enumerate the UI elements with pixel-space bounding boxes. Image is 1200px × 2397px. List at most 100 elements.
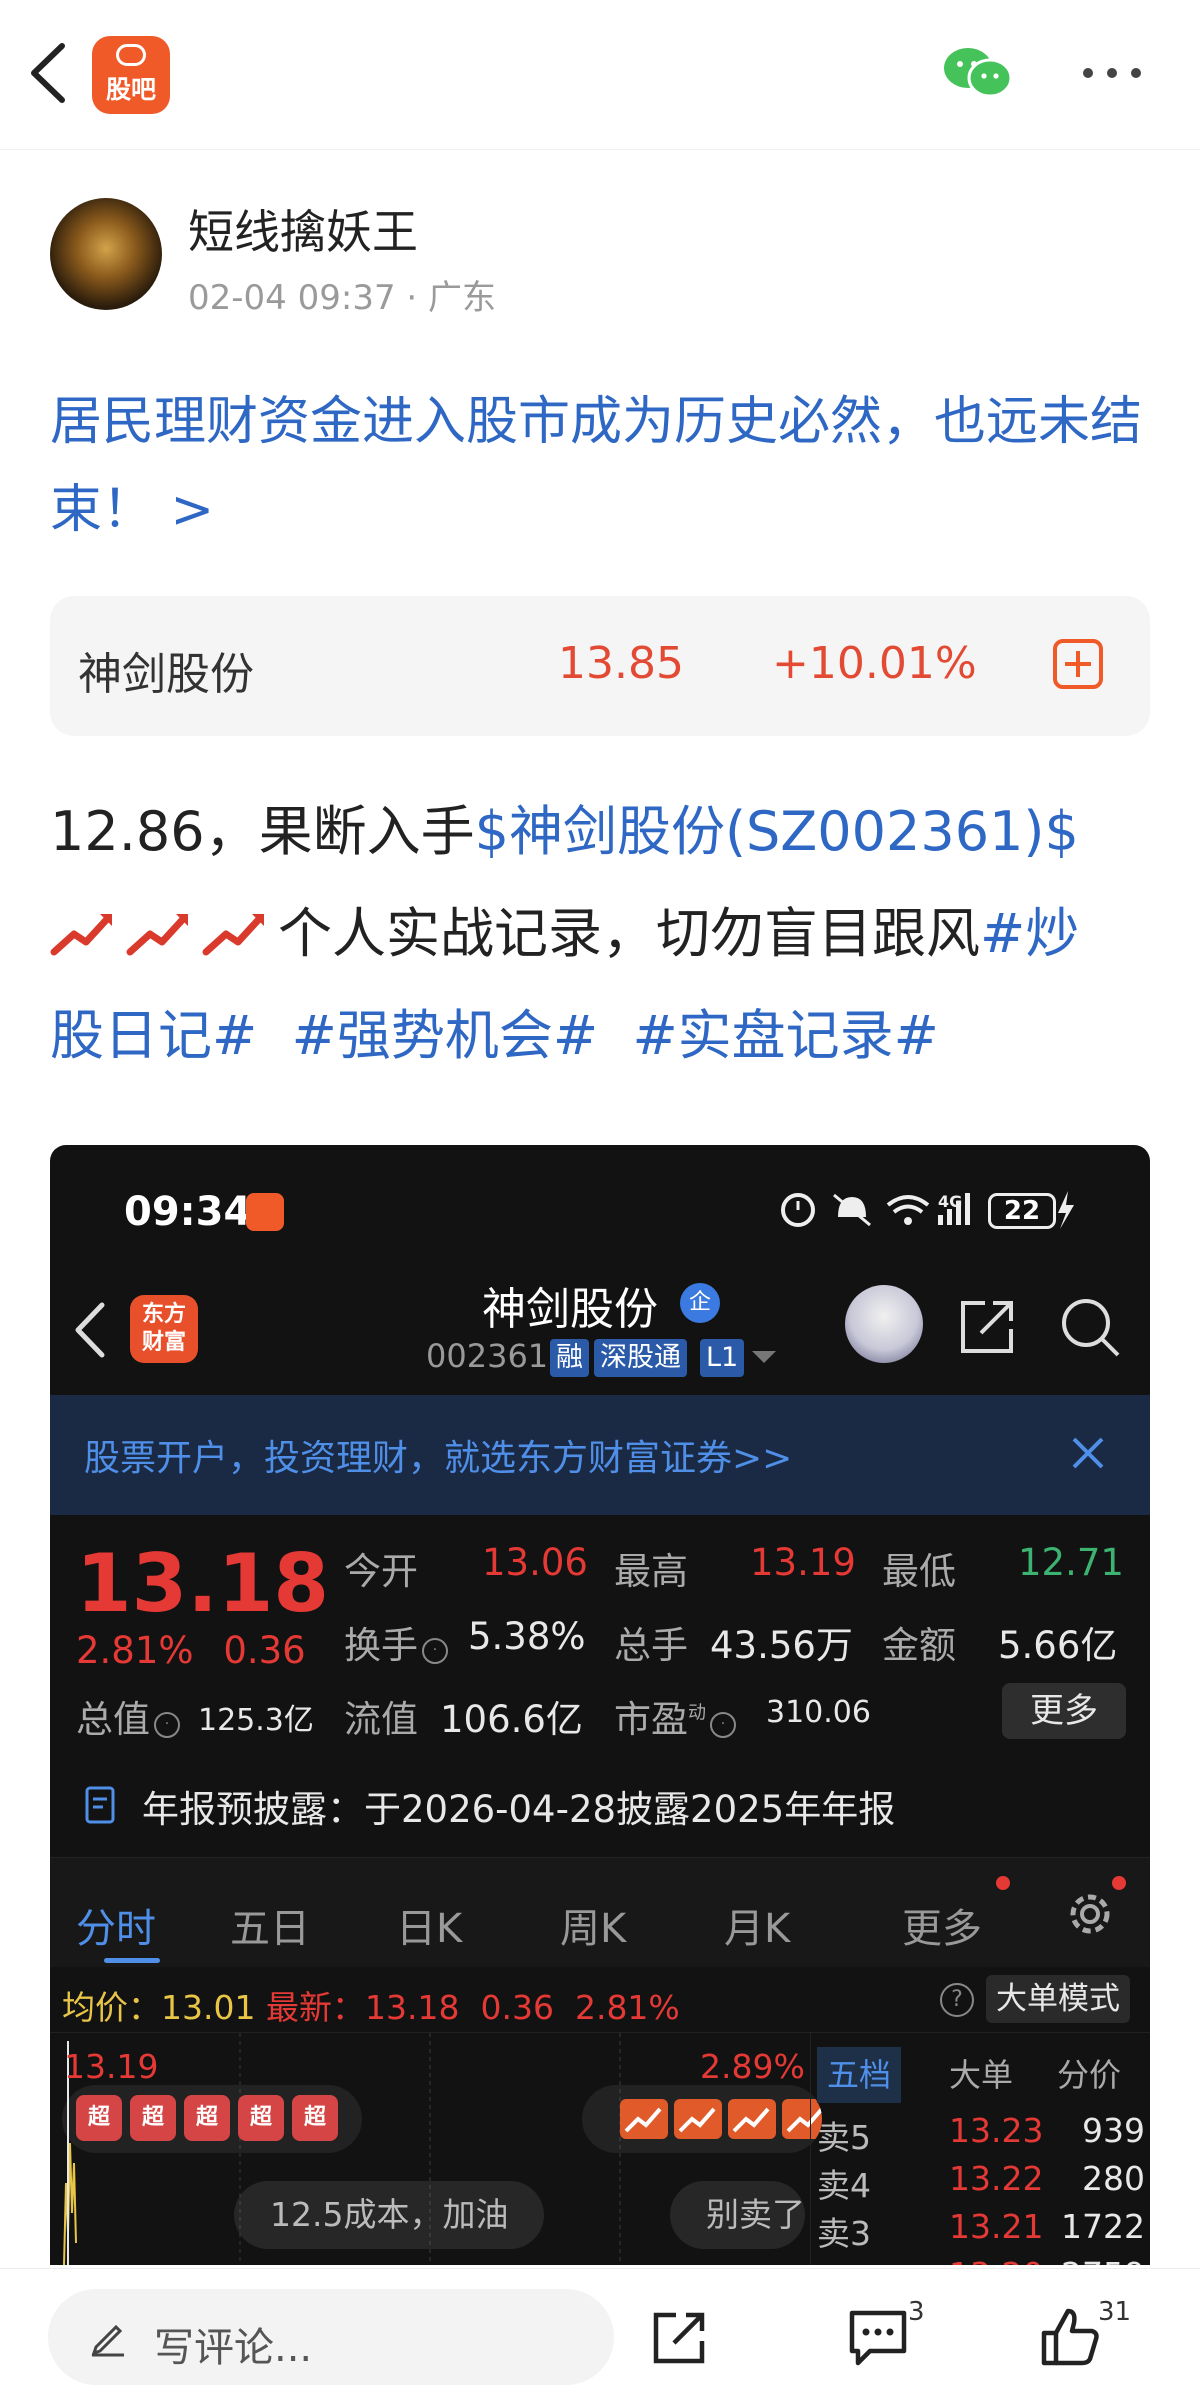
super-emoji-icon: 超 <box>292 2095 338 2141</box>
comment-placeholder: 写评论... <box>154 2325 313 2371</box>
active-tab-indicator <box>104 1958 160 1963</box>
turnover-label: 换手 · <box>344 1615 448 1669</box>
comment-count: 3 <box>908 2297 925 2327</box>
super-emoji-icon: 超 <box>130 2095 176 2141</box>
barrage-comment: 12.5成本，加油 <box>234 2181 545 2249</box>
tab-price-dist: 分价 <box>1057 2056 1122 2094</box>
trending-up-icon <box>126 914 188 956</box>
stock-change-pct: +10.01% <box>772 638 977 689</box>
assistant-robot-icon <box>845 1285 923 1363</box>
order-book-row: 卖4 13.22 280 <box>817 2159 1145 2205</box>
volume-value: 43.56万 <box>710 1624 853 1667</box>
reaction-bubble <box>582 2085 822 2153</box>
high-label: 最高 <box>614 1550 688 1593</box>
order-book-row: 卖213.202759 <box>811 2255 1150 2265</box>
low-label: 最低 <box>882 1550 956 1593</box>
add-watchlist-icon[interactable] <box>1052 638 1104 690</box>
turnover-value: 5.38% <box>468 1615 586 1658</box>
thumbs-up-icon[interactable] <box>1038 2305 1102 2369</box>
pen-icon <box>91 2324 124 2357</box>
status-bar-icons: 4G <box>781 1191 1074 1229</box>
current-price: 13.18 <box>76 1537 330 1630</box>
topic-tag-link[interactable]: #强势机会# <box>292 1004 599 1067</box>
eastmoney-logo: 东方 财富 <box>130 1295 198 1363</box>
status-time: 09:34 <box>124 1189 252 1235</box>
tab-big-orders: 大单 <box>949 2056 1014 2094</box>
tab-intraday: 分时 <box>76 1906 156 1952</box>
trending-up-icon <box>620 2099 668 2139</box>
post-body-line-2: 个人实战记录，切勿盲目跟风#炒 <box>50 884 1160 984</box>
stock-quote-card[interactable]: 神剑股份 13.85 +10.01% <box>50 596 1150 736</box>
author-name[interactable]: 短线擒妖王 <box>188 196 418 262</box>
tab-five-day: 五日 <box>230 1906 310 1952</box>
high-value: 13.19 <box>750 1541 856 1584</box>
share-icon <box>961 1301 1013 1353</box>
notification-app-icon <box>246 1193 284 1231</box>
order-book-row: 卖5 13.23 939 <box>817 2111 1145 2157</box>
amount-value: 5.66亿 <box>998 1624 1118 1667</box>
comment-input[interactable]: 写评论... <box>48 2289 614 2385</box>
trending-up-icon <box>50 914 112 956</box>
stock-link[interactable]: $神剑股份(SZ002361)$ <box>475 800 1079 863</box>
back-icon[interactable] <box>24 38 74 108</box>
super-emoji-icon: 超 <box>238 2095 284 2141</box>
topic-tag-link[interactable]: #实盘记录# <box>632 1004 939 1067</box>
price-change: 2.81% 0.36 <box>76 1629 306 1672</box>
stock-code: 002361 <box>426 1337 549 1375</box>
pe-label: 市盈动· <box>614 1689 736 1743</box>
help-icon: ? <box>940 1983 974 2017</box>
chevron-down-icon <box>752 1351 776 1363</box>
chart-tabs: 分时 五日 日K 周K 月K 更多 <box>50 1857 1150 1967</box>
barrage-comment: 别卖了 <box>670 2181 805 2249</box>
post-headline-link[interactable]: 居民理财资金进入股市成为历史必然，也远未结束！ > <box>50 378 1160 554</box>
more-stats-button: 更多 <box>1002 1683 1126 1739</box>
float-value: 106.6亿 <box>440 1698 583 1741</box>
post-text: 12.86，果断入手 <box>50 800 475 863</box>
topic-tag-link[interactable]: #炒 <box>980 902 1079 965</box>
top-nav: 股吧 <box>0 0 1200 150</box>
mktcap-label: 总值 · <box>76 1689 180 1743</box>
post-body-line-1: 12.86，果断入手$神剑股份(SZ002361)$ <box>50 782 1160 882</box>
topic-tag-link[interactable]: 股日记# <box>50 1004 257 1067</box>
super-emoji-icon: 超 <box>184 2095 230 2141</box>
promo-banner: 股票开户，投资理财，就选东方财富证券>> <box>50 1395 1150 1515</box>
close-icon <box>1072 1437 1104 1469</box>
author-avatar[interactable] <box>50 198 162 310</box>
annual-report-notice: 年报预披露：于2026-04-28披露2025年年报 <box>142 1788 896 1831</box>
enterprise-badge: 企 <box>680 1283 720 1323</box>
tab-weekly-k: 周K <box>560 1906 627 1952</box>
tab-more: 更多 <box>902 1906 982 1952</box>
stock-title: 神剑股份 <box>482 1284 658 1335</box>
battery-indicator: 22 <box>988 1193 1056 1229</box>
chart-high-pct: 2.89% <box>700 2047 805 2086</box>
order-book: 五档 大单 分价 卖5 13.23 939 卖4 13.22 280 卖3 13.21 17… <box>810 2033 1150 2265</box>
more-icon[interactable] <box>1080 58 1144 88</box>
stock-name: 神剑股份 <box>78 649 254 700</box>
search-icon <box>1062 1299 1120 1357</box>
trending-up-icon <box>728 2099 776 2139</box>
margin-tag: 融 <box>550 1339 589 1377</box>
stock-price: 13.85 <box>558 638 684 689</box>
comment-icon[interactable] <box>846 2307 910 2367</box>
tab-five-levels: 五档 <box>817 2047 902 2103</box>
mktcap-value: 125.3亿 <box>198 1703 314 1738</box>
open-value: 13.06 <box>482 1541 588 1584</box>
connect-tag: 深股通 <box>594 1339 687 1377</box>
promo-banner-text: 股票开户，投资理财，就选东方财富证券>> <box>84 1438 793 1479</box>
trending-up-icon <box>202 914 264 956</box>
post-body-line-3: 股日记# #强势机会# #实盘记录# <box>50 986 1160 1086</box>
post-image[interactable]: 09:34 4G 22 东方 财富 神剑股份 企 002361 融 深股通 L1… <box>50 1145 1150 2265</box>
share-icon[interactable] <box>650 2309 708 2367</box>
order-book-row: 卖3 13.21 1722 <box>817 2207 1145 2253</box>
intraday-chart: 13.19 2.89% 超 超 超 超 超 12.5成本，加油 别卖了 <box>50 2033 822 2265</box>
trending-up-icon <box>674 2099 722 2139</box>
pe-value: 310.06 <box>766 1695 871 1730</box>
document-icon <box>85 1786 115 1824</box>
guba-app-logo[interactable]: 股吧 <box>92 36 170 114</box>
tab-daily-k: 日K <box>396 1906 463 1952</box>
wechat-share-icon[interactable] <box>940 42 1014 102</box>
like-count: 31 <box>1098 2297 1132 2327</box>
volume-label: 总手 <box>614 1624 688 1667</box>
gear-icon <box>1070 1894 1110 1934</box>
avg-price-line: 均价：13.01 最新：13.18 0.36 2.81% <box>62 1988 680 2027</box>
